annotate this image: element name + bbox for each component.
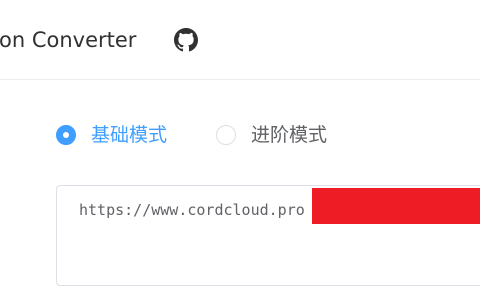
radio-basic-mode-label: 基础模式 — [91, 124, 168, 146]
subscription-url-value: https://www.cordcloud.pro — [79, 201, 305, 219]
redaction-block — [312, 188, 480, 224]
radio-basic-mode[interactable]: 基础模式 — [56, 122, 186, 148]
mode-radio-group: 基础模式 进阶模式 — [56, 122, 376, 148]
radio-advanced-mode-label: 进阶模式 — [251, 124, 328, 146]
page: on Converter 基础模式 进阶模式 https://www.cordc… — [0, 0, 480, 300]
radio-unchecked-indicator[interactable] — [216, 125, 236, 145]
radio-checked-indicator[interactable] — [56, 125, 76, 145]
radio-advanced-mode[interactable]: 进阶模式 — [216, 122, 346, 148]
github-icon[interactable] — [174, 28, 198, 52]
header: on Converter — [0, 0, 480, 80]
app-title: on Converter — [0, 28, 137, 52]
